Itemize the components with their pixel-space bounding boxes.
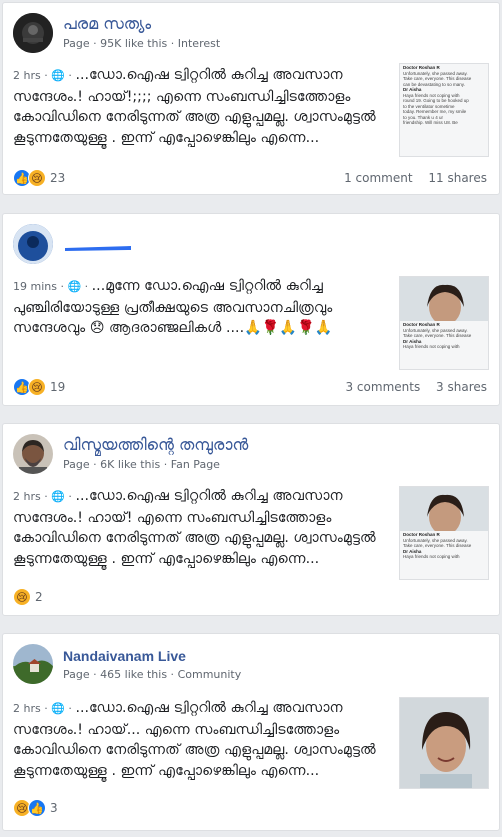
comment-count[interactable]: 3 comments [345,380,420,394]
page-meta: Page · 465 like this · Community [63,668,242,681]
tweet-line: can be devastating to so many. [403,81,465,87]
page-avatar[interactable] [13,13,53,53]
comment-count[interactable]: 1 comment [344,171,412,185]
page-category[interactable]: Community [178,668,242,681]
sad-icon: 😢 [28,378,46,396]
sad-icon: 😢 [13,588,31,606]
page-name[interactable]: പരമ സത്യം [63,14,151,34]
globe-icon: 🌐 [51,702,65,715]
redacted-name [65,238,131,251]
tweet-line: Take care, everyone. This disease [403,76,472,81]
reaction-count: 19 [50,380,66,394]
page-avatar[interactable] [13,644,53,684]
share-count[interactable]: 3 shares [436,380,487,394]
post-card: വിസ്മയത്തിന്റെ തമ്പുരാൻ Page · 6K like t… [2,423,500,616]
post-text: 2 hrs · 🌐 · ...ഡോ.ഐഷ ട്വിറ്ററിൽ കുറിച്ച … [13,488,376,567]
sad-icon: 😢 [28,169,46,187]
tweet-author: Doctor Roshan R [403,322,440,327]
post-time[interactable]: 19 mins [13,280,57,293]
page-type: Page [63,668,90,681]
photo [400,487,488,535]
page-avatar[interactable] [13,224,53,264]
tweet-line: Unfortunately, she passed away. [403,70,468,76]
post-stats: 3 comments 3 shares [333,380,487,394]
tweet-line: Take care, everyone. This disease [403,333,472,338]
post-text: 2 hrs · 🌐 · ...ഡോ.ഐഷ ട്വിറ്ററിൽ കുറിച്ച … [13,67,376,146]
photo-thumbnail[interactable] [399,697,489,789]
tweet-line: Haya friends not coping with [403,92,460,98]
tweet-author: Doctor Roshan R [403,532,440,537]
reaction-count: 3 [50,801,58,815]
reactions[interactable]: 😢 2 [13,587,43,607]
share-count[interactable]: 11 shares [428,171,487,185]
reactions[interactable]: 😢 👍 3 [13,798,58,818]
tweet-line: Unfortunately, she passed away. [403,537,468,543]
post-time[interactable]: 2 hrs [13,490,41,503]
tweet-thumbnail[interactable]: Doctor Roshan R Unfortunately, she passe… [399,276,489,370]
tweet-thumbnail[interactable]: Doctor Roshan R Unfortunately, she passe… [399,63,489,157]
tweet-line: round 19. Going to be hooked up [403,98,469,103]
page-category[interactable]: Interest [178,37,220,50]
quoted-author: Dr Aisha [403,87,422,92]
tweet-author: Doctor Roshan R [403,65,440,70]
page-type: Page [63,37,90,50]
tweet-line: Haya friends not coping with [403,344,460,349]
tweet-line: friendship. Will miss U8. Be [403,120,458,125]
page-name[interactable]: Nandaivanam Live [63,648,186,664]
page-likes: 6K like this [100,458,161,471]
post-stats: 1 comment 11 shares [332,171,487,185]
like-icon: 👍 [28,799,46,817]
tweet-line: to the ventilator sometime [403,103,455,109]
reaction-count: 23 [50,171,66,185]
page-type: Page [63,458,90,471]
reactions[interactable]: 👍 😢 23 [13,168,65,188]
post-card: പരമ സത്യം Page · 95K like this · Interes… [2,2,500,195]
post-card: Nandaivanam Live Page · 465 like this · … [2,633,500,831]
globe-icon: 🌐 [67,280,82,293]
post-text: 2 hrs · 🌐 · ...ഡോ.ഐഷ ട്വിറ്ററിൽ കുറിച്ച … [13,700,376,779]
globe-icon: 🌐 [51,69,65,82]
page-meta: Page · 95K like this · Interest [63,37,221,50]
post-time[interactable]: 2 hrs [13,69,41,82]
page-likes: 95K like this [100,37,168,50]
page-avatar[interactable] [13,434,53,474]
photo [400,277,488,325]
post-text: 19 mins · 🌐 · ...മുന്നേ ഡോ.ഐഷ ട്വിറ്ററിൽ… [13,278,333,336]
tweet-line: Take care, everyone. This disease [403,543,472,548]
tweet-line: Unfortunately, she passed away. [403,327,468,333]
page-name[interactable]: വിസ്മയത്തിന്റെ തമ്പുരാൻ [63,435,248,455]
tweet-thumbnail[interactable]: Doctor Roshan R Unfortunately, she passe… [399,486,489,580]
reactions[interactable]: 👍 😢 19 [13,377,65,397]
quoted-author: Dr Aisha [403,338,422,344]
tweet-line: to you. Thank u 4 ur [403,114,443,120]
globe-icon: 🌐 [51,490,65,503]
tweet-line: Haya friends not coping with [403,554,460,559]
page-meta: Page · 6K like this · Fan Page [63,458,220,471]
reaction-count: 2 [35,590,43,604]
quoted-author: Dr Aisha [403,548,422,554]
post-card: 19 mins · 🌐 · ...മുന്നേ ഡോ.ഐഷ ട്വിറ്ററിൽ… [2,213,500,406]
post-time[interactable]: 2 hrs [13,702,41,715]
tweet-line: today. Remember me, my smile [403,109,467,114]
page-category[interactable]: Fan Page [171,458,220,471]
page-likes: 465 like this [100,668,168,681]
